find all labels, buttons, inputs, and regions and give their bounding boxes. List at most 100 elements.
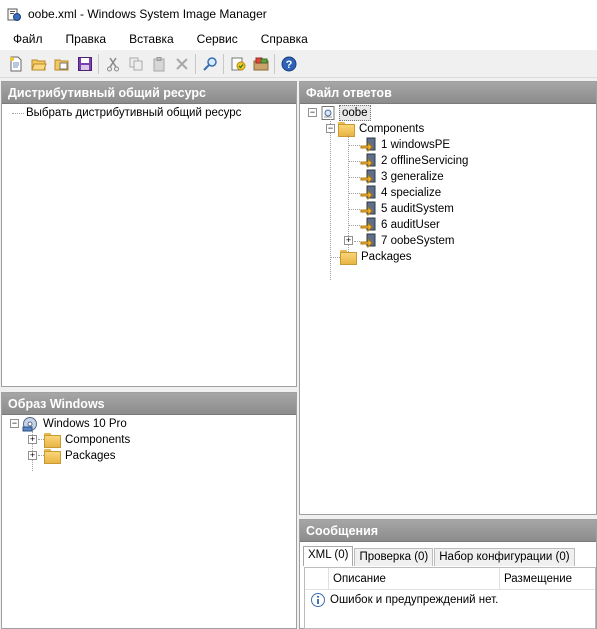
open-button[interactable] — [27, 53, 50, 75]
pass-generalize-node[interactable]: 3 generalize — [360, 169, 446, 185]
distribution-panel-header: Дистрибутивный общий ресурс — [2, 82, 296, 104]
select-distribution-share-label: Выбрать дистрибутивный общий ресурс — [26, 107, 242, 119]
folder-icon — [340, 250, 357, 265]
column-location-header[interactable]: Размещение — [500, 568, 597, 590]
image-packages-label: Packages — [65, 450, 116, 462]
distribution-share-panel: Дистрибутивный общий ресурс Выбрать дист… — [1, 81, 297, 387]
copy-icon — [129, 57, 142, 70]
open-folder-icon — [30, 59, 47, 70]
messages-table: Описание Размещение Ошибок и предупрежде… — [304, 567, 596, 629]
pass-label: 3 generalize — [381, 171, 444, 183]
tree-connector — [348, 177, 360, 178]
help-icon: ? — [281, 56, 296, 71]
windows-image-label: Windows 10 Pro — [43, 418, 127, 430]
windows-image-node[interactable]: Windows 10 Pro — [22, 416, 129, 432]
pass-label: 7 oobeSystem — [381, 235, 455, 247]
answer-packages-label: Packages — [361, 251, 412, 263]
help-button[interactable]: ? — [277, 53, 300, 75]
menu-tools[interactable]: Сервис — [184, 28, 248, 50]
new-file-button[interactable] — [4, 53, 27, 75]
tree-connector — [330, 257, 340, 258]
app-icon — [6, 6, 22, 22]
pass-offlineservicing-node[interactable]: 2 offlineServicing — [360, 153, 470, 169]
windows-image-panel: Образ Windows − Windows 10 Pro + Compone… — [1, 392, 297, 629]
pass-label: 2 offlineServicing — [381, 155, 469, 167]
pass-icon — [360, 169, 376, 185]
delete-button[interactable] — [170, 53, 193, 75]
answer-components-node[interactable]: Components — [338, 121, 426, 137]
tab-validation[interactable]: Проверка (0) — [354, 548, 434, 566]
info-icon — [310, 592, 326, 608]
open-answer-button[interactable] — [50, 53, 73, 75]
menu-edit[interactable]: Правка — [53, 28, 117, 50]
select-distribution-share-item[interactable]: Выбрать дистрибутивный общий ресурс — [24, 105, 243, 121]
image-packages-node[interactable]: Packages — [44, 448, 118, 464]
save-icon — [77, 56, 92, 71]
find-icon — [202, 56, 217, 71]
tree-connector — [348, 161, 360, 162]
column-description-header[interactable]: Описание — [329, 568, 500, 590]
answer-root-node[interactable]: oobe — [320, 105, 371, 121]
expand-oobe[interactable]: − — [308, 108, 317, 117]
tab-xml[interactable]: XML (0) — [303, 546, 354, 566]
toolbar-separator — [274, 53, 275, 74]
copy-button[interactable] — [124, 53, 147, 75]
new-file-icon — [9, 56, 21, 71]
toolbar: ? — [0, 50, 597, 78]
windows-image-icon — [22, 416, 38, 432]
cut-icon — [106, 57, 119, 71]
pass-audituser-node[interactable]: 6 auditUser — [360, 217, 442, 233]
save-button[interactable] — [73, 53, 96, 75]
config-set-icon — [253, 57, 268, 70]
config-set-button[interactable] — [249, 53, 272, 75]
pass-auditsystem-node[interactable]: 5 auditSystem — [360, 201, 456, 217]
folder-icon — [44, 433, 61, 448]
menu-file[interactable]: Файл — [0, 28, 53, 50]
paste-button[interactable] — [147, 53, 170, 75]
tree-connector — [348, 209, 360, 210]
menu-insert[interactable]: Вставка — [116, 28, 184, 50]
title-bar: oobe.xml - Windows System Image Manager — [0, 0, 597, 28]
answer-packages-node[interactable]: Packages — [340, 249, 414, 265]
tree-connector — [330, 119, 331, 280]
folder-icon — [44, 449, 61, 464]
menu-help[interactable]: Справка — [248, 28, 318, 50]
toolbar-separator — [98, 53, 99, 74]
validate-button[interactable] — [226, 53, 249, 75]
pass-icon — [360, 137, 376, 153]
pass-label: 1 windowsPE — [381, 139, 451, 151]
message-text: Ошибок и предупреждений нет. — [330, 594, 499, 606]
tree-connector — [348, 145, 360, 146]
expand-image-packages[interactable]: + — [28, 451, 37, 460]
folder-icon — [338, 122, 355, 137]
validate-icon — [231, 57, 245, 70]
pass-label: 4 specialize — [381, 187, 442, 199]
answer-file-icon — [320, 105, 336, 121]
cut-button[interactable] — [101, 53, 124, 75]
expand-oobesystem[interactable]: + — [344, 236, 353, 245]
messages-tabs: XML (0) Проверка (0) Набор конфигурации … — [300, 546, 596, 566]
expand-image-components[interactable]: + — [28, 435, 37, 444]
expand-answer-components[interactable]: − — [326, 124, 335, 133]
toolbar-separator — [223, 53, 224, 74]
messages-table-header: Описание Размещение — [305, 568, 595, 590]
pass-icon — [360, 153, 376, 169]
tree-connector — [348, 193, 360, 194]
message-row[interactable]: Ошибок и предупреждений нет. — [305, 591, 595, 609]
image-components-label: Components — [65, 434, 131, 446]
answer-panel-header: Файл ответов — [300, 82, 596, 104]
pass-specialize-node[interactable]: 4 specialize — [360, 185, 443, 201]
expand-windows-image[interactable]: − — [10, 419, 19, 428]
answer-components-label: Components — [359, 123, 425, 135]
image-components-node[interactable]: Components — [44, 432, 132, 448]
messages-panel-header: Сообщения — [300, 520, 596, 542]
pass-windowspe-node[interactable]: 1 windowsPE — [360, 137, 452, 153]
pass-icon — [360, 201, 376, 217]
pass-label: 6 auditUser — [381, 219, 440, 231]
tree-connector — [12, 113, 24, 114]
image-panel-header: Образ Windows — [2, 393, 296, 415]
menu-bar: Файл Правка Вставка Сервис Справка — [0, 28, 597, 50]
tab-configuration-set[interactable]: Набор конфигурации (0) — [434, 548, 575, 566]
pass-oobesystem-node[interactable]: 7 oobeSystem — [360, 233, 457, 249]
find-button[interactable] — [198, 53, 221, 75]
